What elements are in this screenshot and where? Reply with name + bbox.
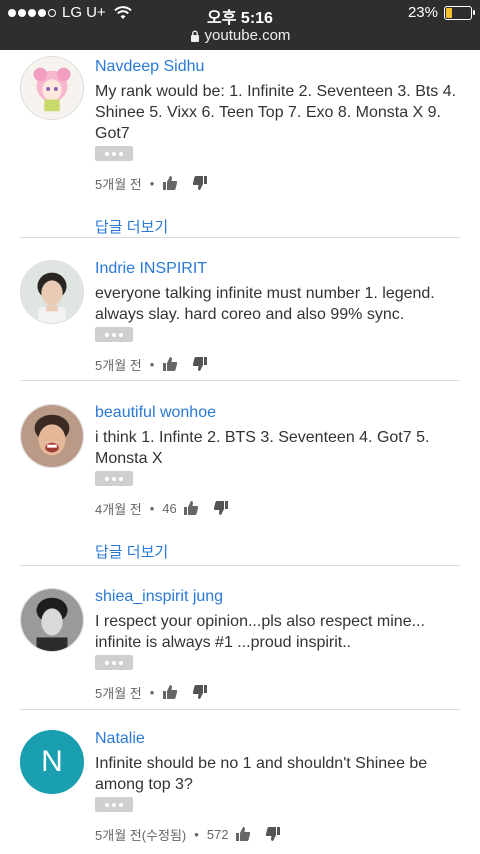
url-text: youtube.com xyxy=(204,27,291,44)
divider xyxy=(20,237,460,238)
status-right: 23% xyxy=(407,4,475,21)
lock-icon xyxy=(190,30,199,42)
battery-percent: 23% xyxy=(407,4,438,21)
separator: • xyxy=(149,500,155,516)
comment-meta: 5개월 전(수정됨) • 572 xyxy=(95,825,460,843)
avatar[interactable] xyxy=(20,56,84,120)
thumbs-down-icon[interactable] xyxy=(192,356,208,372)
comment-meta: 5개월 전 • xyxy=(95,355,460,373)
comment-text: i think 1. Infinte 2. BTS 3. Seventeen 4… xyxy=(95,429,430,467)
anime-girl-avatar-icon xyxy=(21,57,83,119)
more-options-button[interactable] xyxy=(95,655,133,670)
divider xyxy=(20,709,460,710)
separator: • xyxy=(149,356,155,372)
separator: • xyxy=(149,175,155,191)
comment-author[interactable]: Indrie INSPIRIT xyxy=(95,258,460,280)
thumbs-up-icon[interactable] xyxy=(162,175,178,191)
more-options-button[interactable] xyxy=(95,327,133,342)
thumbs-up-icon[interactable] xyxy=(235,826,251,842)
battery-icon xyxy=(444,5,475,20)
divider xyxy=(20,380,460,381)
comment-meta: 5개월 전 • xyxy=(95,683,460,701)
comment-time: 5개월 전(수정됨) xyxy=(95,827,187,843)
url-bar[interactable]: youtube.com xyxy=(0,27,480,44)
battery-fill xyxy=(446,7,452,18)
person-avatar-icon xyxy=(21,405,83,467)
more-options-button[interactable] xyxy=(95,797,133,812)
comment-time: 5개월 전 xyxy=(95,357,142,373)
person-avatar-icon xyxy=(21,589,83,651)
comment-author[interactable]: Navdeep Sidhu xyxy=(95,56,460,78)
separator: • xyxy=(149,684,155,700)
comment-author[interactable]: shiea_inspirit jung xyxy=(95,586,460,608)
like-count: 46 xyxy=(162,500,177,516)
comment-meta: 4개월 전 • 46 xyxy=(95,499,460,517)
person-avatar-icon xyxy=(21,261,83,323)
separator: • xyxy=(194,826,199,842)
thumbs-down-icon[interactable] xyxy=(213,500,229,516)
thumbs-down-icon[interactable] xyxy=(265,826,281,842)
avatar[interactable] xyxy=(20,404,84,468)
like-count: 572 xyxy=(206,826,229,842)
avatar[interactable] xyxy=(20,260,84,324)
view-replies-link[interactable]: 답글 더보기 xyxy=(95,541,460,562)
more-options-button[interactable] xyxy=(95,146,133,161)
comment-text: I respect your opinion...pls also respec… xyxy=(95,613,425,651)
divider xyxy=(20,565,460,566)
comment-author[interactable]: Natalie xyxy=(95,728,460,750)
thumbs-down-icon[interactable] xyxy=(192,175,208,191)
thumbs-up-icon[interactable] xyxy=(183,500,199,516)
avatar-letter: N xyxy=(41,745,63,778)
thumbs-up-icon[interactable] xyxy=(162,684,178,700)
thumbs-up-icon[interactable] xyxy=(162,356,178,372)
comment-time: 5개월 전 xyxy=(95,176,142,192)
avatar[interactable] xyxy=(20,588,84,652)
status-bar: LG U+ 오후 5:16 23% youtube.com xyxy=(0,0,480,50)
more-options-button[interactable] xyxy=(95,471,133,486)
view-replies-link[interactable]: 답글 더보기 xyxy=(95,216,460,237)
comment-text: Infinite should be no 1 and shouldn't Sh… xyxy=(95,755,428,793)
comment-time: 5개월 전 xyxy=(95,685,142,701)
comment-meta: 5개월 전 • xyxy=(95,174,460,192)
comment-time: 4개월 전 xyxy=(95,501,142,517)
thumbs-down-icon[interactable] xyxy=(192,684,208,700)
comment-author[interactable]: beautiful wonhoe xyxy=(95,402,460,424)
comment-text: My rank would be: 1. Infinite 2. Sevente… xyxy=(95,83,457,142)
comment-text: everyone talking infinite must number 1.… xyxy=(95,285,435,323)
avatar[interactable]: N xyxy=(20,730,84,794)
